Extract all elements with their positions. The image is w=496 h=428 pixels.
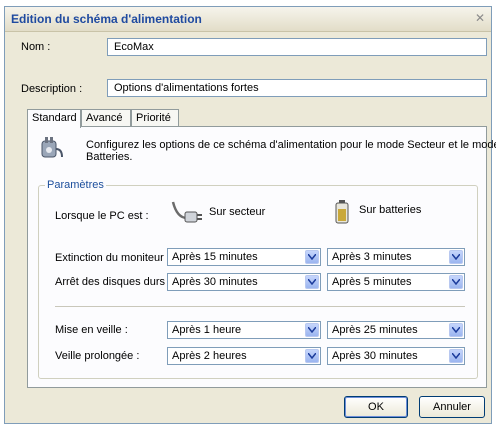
hibernate-ac-value: Après 2 heures <box>172 350 247 362</box>
disks-ac-select[interactable]: Après 30 minutes <box>167 273 321 291</box>
ok-button[interactable]: OK <box>344 396 408 418</box>
monitor-ac-value: Après 15 minutes <box>172 251 258 263</box>
chevron-down-icon[interactable] <box>449 349 463 363</box>
hibernate-battery-select[interactable]: Après 30 minutes <box>327 347 465 365</box>
chevron-down-icon[interactable] <box>305 250 319 264</box>
ac-plug-icon <box>169 198 205 226</box>
chevron-down-icon[interactable] <box>449 275 463 289</box>
monitor-battery-value: Après 3 minutes <box>332 251 412 263</box>
tab-standard[interactable]: Standard <box>27 109 81 128</box>
cancel-button[interactable]: Annuler <box>419 396 485 418</box>
row-label-monitor: Extinction du moniteur : <box>55 252 170 264</box>
description-label: Description : <box>21 83 83 95</box>
chevron-down-icon[interactable] <box>449 250 463 264</box>
row-label-disks: Arrêt des disques durs : <box>55 276 172 288</box>
pc-state-label: Lorsque le PC est : <box>55 210 149 222</box>
row-label-hibernate: Veille prolongée : <box>55 350 140 362</box>
ac-label: Sur secteur <box>209 206 266 218</box>
battery-icon <box>335 200 349 224</box>
disks-battery-value: Après 5 minutes <box>332 276 412 288</box>
description-field[interactable]: Options d'alimentations fortes <box>107 79 487 97</box>
chevron-down-icon[interactable] <box>305 323 319 337</box>
info-text-line2: Batteries. <box>86 151 133 163</box>
nom-field[interactable]: EcoMax <box>107 38 487 56</box>
standby-battery-value: Après 25 minutes <box>332 324 418 336</box>
power-plug-icon <box>36 135 66 161</box>
disks-battery-select[interactable]: Après 5 minutes <box>327 273 465 291</box>
separator <box>55 306 465 307</box>
parameters-group: Paramètres Lorsque le PC est : Sur secte… <box>38 179 478 379</box>
monitor-ac-select[interactable]: Après 15 minutes <box>167 248 321 266</box>
hibernate-battery-value: Après 30 minutes <box>332 350 418 362</box>
chevron-down-icon[interactable] <box>305 275 319 289</box>
tab-panel-standard: Configurez les options de ce schéma d'al… <box>27 126 496 388</box>
parameters-legend: Paramètres <box>45 179 106 191</box>
standby-ac-select[interactable]: Après 1 heure <box>167 321 321 339</box>
info-text-line1: Configurez les options de ce schéma d'al… <box>86 139 496 151</box>
title-bar[interactable]: Edition du schéma d'alimentation ✕ <box>5 7 491 32</box>
standby-battery-select[interactable]: Après 25 minutes <box>327 321 465 339</box>
standby-ac-value: Après 1 heure <box>172 324 242 336</box>
tab-avance[interactable]: Avancé <box>81 109 131 126</box>
nom-label: Nom : <box>21 41 51 53</box>
close-icon[interactable]: ✕ <box>473 10 487 26</box>
row-label-standby: Mise en veille : <box>55 324 128 336</box>
monitor-battery-select[interactable]: Après 3 minutes <box>327 248 465 266</box>
chevron-down-icon[interactable] <box>449 323 463 337</box>
window-title: Edition du schéma d'alimentation <box>11 12 202 26</box>
chevron-down-icon[interactable] <box>305 349 319 363</box>
power-scheme-dialog: Edition du schéma d'alimentation ✕ Nom :… <box>4 6 496 424</box>
tab-priorite[interactable]: Priorité <box>131 109 179 126</box>
hibernate-ac-select[interactable]: Après 2 heures <box>167 347 321 365</box>
battery-label: Sur batteries <box>359 204 422 216</box>
disks-ac-value: Après 30 minutes <box>172 276 258 288</box>
